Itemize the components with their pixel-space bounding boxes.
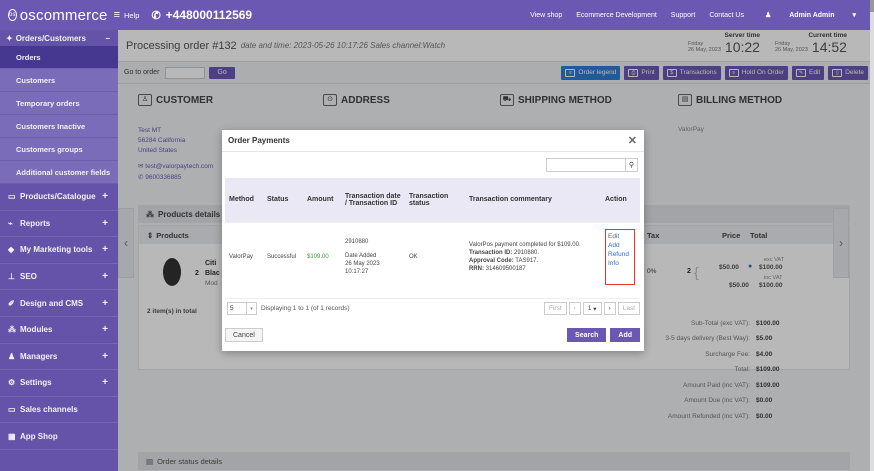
payment-method: ValorPay — [225, 221, 263, 292]
modal-title: Order Payments — [228, 136, 290, 145]
page-nav: First ‹ 1 ▾ › Last — [542, 302, 640, 315]
modal-title-bar: Order Payments ✕ — [222, 130, 644, 152]
commentary-label: Approval Code: — [469, 258, 514, 265]
payment-transaction-info: 2910880 Date Added 26 May 2023 10:17:27 — [341, 221, 405, 292]
action-links-box: Edit Add Refund Info — [605, 229, 635, 286]
modal-search-input[interactable] — [546, 158, 626, 172]
phone-number: ✆ +448000112569 — [151, 8, 252, 22]
commentary-value: 2910880. — [514, 250, 540, 257]
last-page-button[interactable]: Last — [617, 302, 640, 315]
user-icon: ♟ — [764, 12, 772, 19]
logo[interactable]: os oscommerce ≡ — [0, 0, 121, 30]
first-page-button[interactable]: First — [544, 302, 567, 315]
time-added-value: 10:17:27 — [345, 269, 369, 276]
date-added-value: 26 May 2023 — [345, 261, 380, 268]
next-page-icon[interactable]: › — [603, 302, 616, 315]
hamburger-menu-icon[interactable]: ≡ — [114, 9, 121, 21]
per-page-select[interactable]: 5 — [227, 302, 247, 315]
add-link[interactable]: Add — [608, 241, 632, 250]
chevron-down-icon[interactable]: ▾ — [247, 302, 257, 315]
commentary-label: Transaction ID: — [469, 250, 513, 257]
column-amount[interactable]: Amount — [303, 178, 341, 222]
date-added-label: Date Added — [345, 253, 377, 260]
commentary-line: Approval Code: TAS917. — [469, 257, 597, 265]
order-payments-modal: Order Payments ✕ ⚲ Method Status Amount … — [222, 130, 644, 351]
sidebar-backdrop — [0, 30, 118, 471]
commentary-label: RRN: — [469, 266, 484, 273]
commentary-line: Transaction ID: 2910880. — [469, 249, 597, 257]
payment-actions: Edit Add Refund Info — [601, 221, 640, 292]
transaction-commentary: ValorPos payment completed for $109.00. … — [465, 221, 601, 292]
column-action: Action — [601, 178, 640, 222]
records-display: Displaying 1 to 1 (of 1 records) — [261, 305, 350, 312]
transaction-id: 2910880 — [345, 239, 369, 246]
payments-header-row: Method Status Amount Transaction date / … — [225, 178, 640, 222]
column-transaction-date-id[interactable]: Transaction date / Transaction ID — [341, 178, 405, 222]
column-status[interactable]: Status — [263, 178, 303, 222]
modal-search: ⚲ — [546, 158, 638, 172]
commentary-line: ValorPos payment completed for $109.00. — [469, 242, 581, 249]
pagination: 5 ▾ Displaying 1 to 1 (of 1 records) Fir… — [225, 298, 640, 318]
logo-icon: os — [8, 9, 17, 21]
cancel-button[interactable]: Cancel — [225, 328, 263, 342]
view-shop-link[interactable]: View shop — [523, 12, 569, 19]
page-number: 1 — [587, 305, 592, 312]
refund-link[interactable]: Refund — [608, 250, 632, 259]
page-select[interactable]: 1 ▾ — [582, 302, 602, 315]
column-method[interactable]: Method — [225, 178, 263, 222]
close-icon[interactable]: ✕ — [628, 134, 637, 147]
info-link[interactable]: Info — [608, 259, 632, 268]
ecommerce-development-link[interactable]: Ecommerce Development — [569, 12, 664, 19]
top-bar: os oscommerce ≡ Help ✆ +448000112569 Vie… — [0, 0, 870, 30]
commentary-line: RRN: 314609500187 — [469, 265, 597, 273]
add-button[interactable]: Add — [610, 328, 640, 342]
top-links: View shop Ecommerce Development Support … — [523, 0, 870, 30]
prev-page-icon[interactable]: ‹ — [568, 302, 581, 315]
payment-status: Successful — [263, 221, 303, 292]
chevron-down-icon: ▾ — [852, 12, 856, 19]
column-transaction-status[interactable]: Transaction status — [405, 178, 465, 222]
payments-table: Method Status Amount Transaction date / … — [225, 178, 640, 292]
edit-link[interactable]: Edit — [608, 232, 632, 241]
logo-text: oscommerce — [19, 6, 108, 24]
scrollbar-thumb[interactable] — [870, 0, 874, 12]
payment-amount: $109.00 — [303, 221, 341, 292]
admin-name: Admin Admin — [789, 11, 835, 19]
phone-icon: ✆ — [151, 9, 161, 22]
search-icon[interactable]: ⚲ — [626, 158, 638, 172]
support-link[interactable]: Support — [664, 12, 703, 19]
modal-footer: Cancel Search Add — [225, 328, 640, 342]
transaction-status: OK — [405, 221, 465, 292]
page-scrollbar[interactable] — [870, 0, 874, 471]
phone-text: +448000112569 — [165, 8, 253, 22]
table-row: ValorPay Successful $109.00 2910880 Date… — [225, 221, 640, 292]
admin-menu[interactable]: ♟ Admin Admin ▾ — [751, 11, 870, 20]
column-transaction-commentary[interactable]: Transaction commentary — [465, 178, 601, 222]
contact-us-link[interactable]: Contact Us — [702, 12, 751, 19]
commentary-value: TAS917. — [515, 258, 539, 265]
commentary-value: 314609500187 — [485, 266, 526, 273]
help-link[interactable]: Help — [124, 11, 139, 20]
search-button[interactable]: Search — [567, 328, 607, 342]
